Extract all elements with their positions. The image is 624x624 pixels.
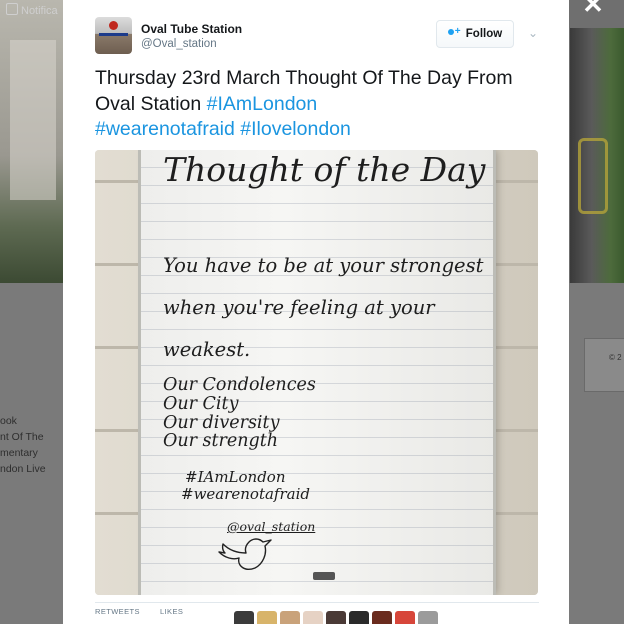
- background-text-line: ndon Live: [0, 463, 46, 475]
- close-icon[interactable]: ✕: [580, 0, 606, 17]
- liker-avatar[interactable]: [303, 611, 323, 624]
- background-text-line: mentary: [0, 447, 38, 459]
- likers-avatars: [234, 611, 438, 624]
- chevron-down-icon[interactable]: ⌄: [525, 25, 541, 41]
- display-name[interactable]: Oval Tube Station: [141, 22, 242, 36]
- bird-icon: [218, 538, 272, 570]
- whiteboard-line: Our City: [163, 394, 239, 414]
- stats-divider: [95, 602, 539, 603]
- whiteboard-line: weakest.: [163, 338, 251, 361]
- hashtag-link[interactable]: #Ilovelondon: [240, 118, 351, 140]
- whiteboard-line: when you're feeling at your: [163, 296, 435, 319]
- hashtag-link[interactable]: #IAmLondon: [207, 93, 318, 115]
- follow-user-icon: [447, 26, 461, 39]
- hashtag-link[interactable]: #wearenotafraid: [95, 118, 235, 140]
- avatar[interactable]: [95, 17, 132, 54]
- copyright-text: © 2: [609, 353, 622, 362]
- liker-avatar[interactable]: [372, 611, 392, 624]
- whiteboard-line: Our diversity: [163, 413, 280, 433]
- whiteboard-line: Our strength: [163, 431, 279, 451]
- follow-label: Follow: [465, 28, 503, 40]
- notifications-label: Notifica: [21, 5, 58, 17]
- screen-name[interactable]: @Oval_station: [141, 38, 217, 50]
- tweet-text: Thursday 23rd March Thought Of The Day F…: [95, 66, 535, 143]
- background-text-line: nt Of The: [0, 431, 44, 443]
- whiteboard-hashtag: #IAmLondon: [185, 468, 286, 486]
- liker-avatar[interactable]: [280, 611, 300, 624]
- whiteboard-line: You have to be at your strongest: [163, 254, 484, 277]
- background-text-line: ook: [0, 415, 17, 427]
- background-photo-right: [570, 28, 624, 283]
- whiteboard: Thought of the Day You have to be at you…: [141, 150, 493, 595]
- liker-avatar[interactable]: [234, 611, 254, 624]
- likes-label[interactable]: LIKES: [160, 607, 183, 616]
- background-left-text: ook nt Of The mentary ndon Live: [0, 413, 46, 477]
- retweets-label[interactable]: RETWEETS: [95, 607, 140, 616]
- liker-avatar[interactable]: [257, 611, 277, 624]
- background-right-card: © 2: [584, 338, 624, 392]
- follow-button[interactable]: Follow: [436, 20, 514, 48]
- liker-avatar[interactable]: [349, 611, 369, 624]
- whiteboard-title: Thought of the Day: [163, 150, 486, 189]
- background-photo-left: [0, 0, 64, 283]
- background-notifications: Notifica: [6, 3, 58, 17]
- sign-stand: [313, 572, 335, 580]
- tweet-photo[interactable]: Thought of the Day You have to be at you…: [95, 150, 538, 595]
- notifications-icon: [6, 3, 18, 15]
- liker-avatar[interactable]: [395, 611, 415, 624]
- whiteboard-line: Our Condolences: [163, 375, 316, 395]
- whiteboard-hashtag: #wearenotafraid: [181, 485, 311, 503]
- tweet-modal: Oval Tube Station @Oval_station Follow ⌄…: [63, 0, 569, 624]
- liker-avatar[interactable]: [326, 611, 346, 624]
- liker-avatar[interactable]: [418, 611, 438, 624]
